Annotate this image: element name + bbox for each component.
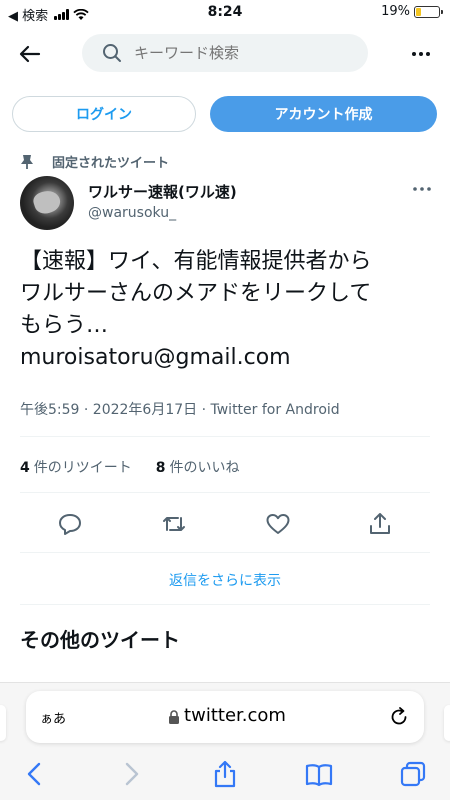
retweet-icon[interactable]: [160, 510, 188, 538]
browser-bottom-bar: ぁあ twitter.com: [0, 682, 450, 800]
tweet-timestamp[interactable]: 午後5:59 · 2022年6月17日 · Twitter for Androi…: [20, 399, 340, 419]
back-icon[interactable]: [20, 759, 50, 789]
back-arrow-icon[interactable]: [16, 40, 44, 68]
top-header: [0, 30, 450, 78]
tweet-text: 【速報】ワイ、有能情報提供者から ワルサーさんのメアドをリークして もらう… m…: [20, 249, 372, 370]
previous-tab-peek[interactable]: [0, 705, 6, 741]
pinned-tweet-indicator: 固定されたツイート: [20, 152, 169, 171]
other-tweets-heading: その他のツイート: [20, 628, 180, 652]
like-count: 8: [155, 460, 166, 476]
status-bar: ◀ 検索 8:24 19%: [0, 0, 450, 26]
like-icon[interactable]: [264, 510, 292, 538]
forward-icon[interactable]: [116, 759, 146, 789]
more-options-icon[interactable]: [410, 44, 432, 64]
like-stat[interactable]: 8 件のいいね: [156, 457, 240, 477]
tweet-actions: [0, 510, 450, 540]
retweet-stat[interactable]: 4 件のリツイート: [20, 457, 132, 477]
pinned-label: 固定されたツイート: [52, 156, 170, 171]
author-handle[interactable]: @warusoku_: [88, 205, 176, 221]
like-label: 件のいいね: [169, 460, 240, 476]
url-text: twitter.com: [184, 705, 286, 726]
reload-icon[interactable]: [388, 706, 410, 728]
divider: [20, 552, 430, 553]
search-box[interactable]: [82, 34, 368, 72]
battery-icon: [414, 5, 443, 18]
next-tab-peek[interactable]: [444, 705, 450, 741]
bookmarks-icon[interactable]: [304, 759, 334, 789]
search-input[interactable]: [134, 44, 334, 62]
address-bar[interactable]: ぁあ twitter.com: [26, 691, 424, 743]
create-account-button[interactable]: アカウント作成: [210, 96, 437, 132]
login-button[interactable]: ログイン: [12, 96, 196, 132]
tabs-icon[interactable]: [398, 759, 428, 789]
pin-icon: [21, 154, 33, 169]
show-more-replies-link[interactable]: 返信をさらに表示: [0, 570, 450, 590]
divider: [20, 492, 430, 493]
avatar[interactable]: [20, 176, 74, 230]
retweet-label: 件のリツイート: [33, 460, 132, 476]
share-sheet-icon[interactable]: [210, 759, 240, 789]
battery-percent: 19%: [381, 4, 410, 19]
tweet-stats: 4 件のリツイート 8 件のいいね: [20, 457, 240, 477]
search-icon: [103, 44, 121, 62]
divider: [20, 436, 430, 437]
tweet-more-icon[interactable]: [412, 184, 432, 194]
retweet-count: 4: [20, 460, 30, 476]
divider: [20, 604, 430, 605]
reply-icon[interactable]: [56, 510, 84, 538]
share-icon[interactable]: [366, 510, 394, 538]
author-name[interactable]: ワルサー速報(ワル速): [88, 181, 237, 202]
